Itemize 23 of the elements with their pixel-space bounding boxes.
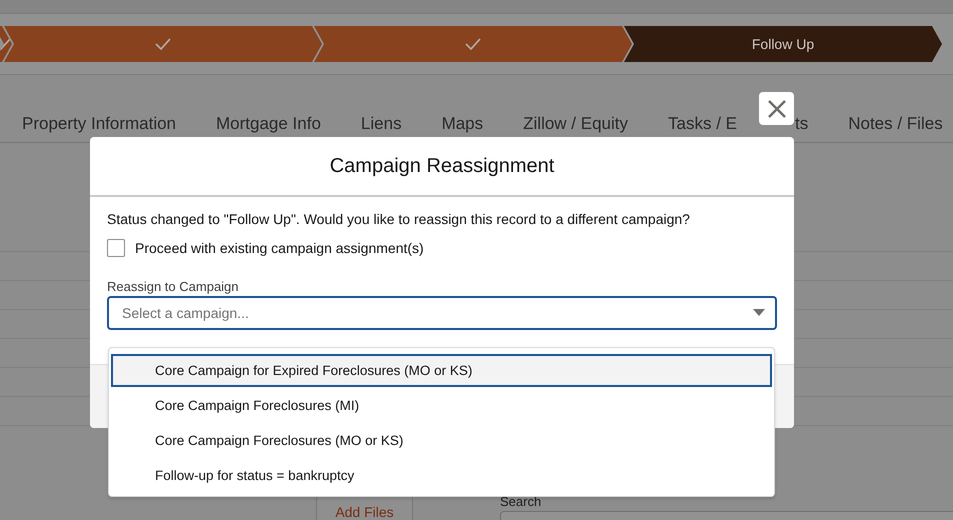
- path-step[interactable]: Follow Up: [624, 26, 942, 62]
- tab[interactable]: Zillow / Equity: [515, 111, 648, 137]
- tab[interactable]: Property Information: [14, 111, 196, 137]
- dropdown-option[interactable]: Core Campaign for Expired Foreclosures (MO or KS): [111, 354, 772, 387]
- tab[interactable]: Mortgage Info: [208, 111, 341, 137]
- status-message: Status changed to "Follow Up". Would you like to reassign this record to a different campaign?: [107, 211, 691, 227]
- field-label: Reassign to Campaign: [107, 279, 240, 294]
- campaign-select[interactable]: Select a campaign...: [107, 296, 777, 330]
- dropdown-option[interactable]: Core Campaign Foreclosures (MI): [111, 389, 772, 422]
- tab[interactable]: Maps: [434, 111, 504, 137]
- tab[interactable]: Tasks / E ts: [660, 111, 828, 137]
- tab[interactable]: Liens: [352, 111, 422, 137]
- modal-title: Campaign Reassignment: [330, 154, 554, 178]
- close-button[interactable]: [759, 92, 794, 125]
- checkbox-label: Proceed with existing campaign assignment(s): [135, 240, 424, 256]
- add-files-button[interactable]: Add Files: [316, 496, 413, 520]
- tab[interactable]: Notes / Files: [840, 111, 953, 137]
- checkbox[interactable]: [107, 239, 125, 257]
- search-label: Search: [500, 495, 542, 509]
- dropdown-option[interactable]: Core Campaign Foreclosures (MO or KS): [111, 424, 772, 457]
- dropdown-option[interactable]: Follow-up for status = bankruptcy: [111, 459, 772, 492]
- close-icon: [766, 98, 786, 118]
- dropdown-arrow-icon: [753, 309, 765, 317]
